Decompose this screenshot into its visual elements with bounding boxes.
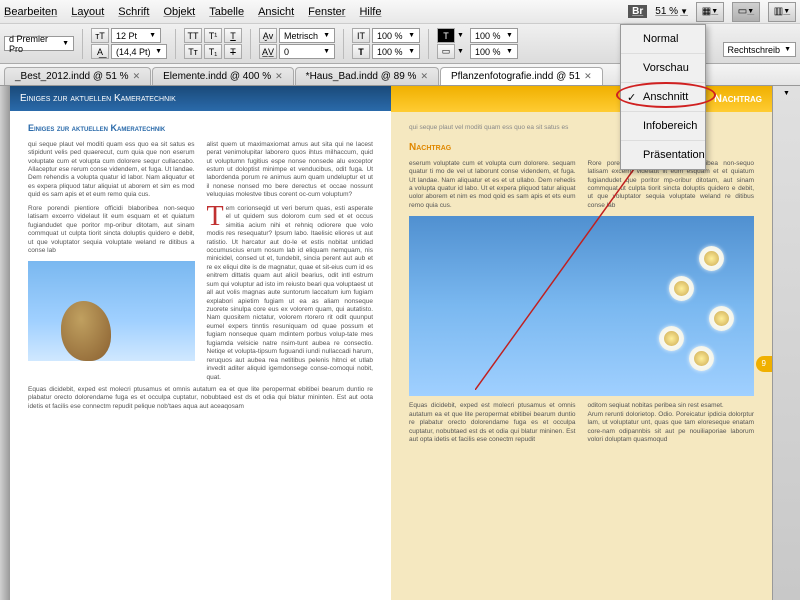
screen-mode-button[interactable]: ▭▼ [732,2,760,22]
menu-objekt[interactable]: Objekt [163,6,195,18]
close-icon[interactable]: ✕ [275,71,283,82]
screen-mode-dropdown: Normal Vorschau Anschnitt Infobereich Pr… [620,24,706,170]
body-text: eserum voluptate cum et volupta cum dolo… [409,160,576,211]
tab-pflanzenfotografie[interactable]: Pflanzenfotografie.indd @ 51✕ [440,67,603,85]
strikethrough-icon[interactable]: T [224,44,242,59]
flower-image [409,216,754,396]
menu-fenster[interactable]: Fenster [308,6,345,18]
tab-best-2012[interactable]: _Best_2012.indd @ 51 %✕ [4,67,151,85]
menu-schrift[interactable]: Schrift [118,6,149,18]
menu-hilfe[interactable]: Hilfe [359,6,381,18]
dropdown-item-normal[interactable]: Normal [621,25,705,54]
tint2-select[interactable]: 100 %▼ [470,44,518,59]
section-subhead: Einiges zur aktuellen Kameratechnik [28,123,373,135]
smallcaps-icon[interactable]: Tᴛ [184,44,202,59]
hscale-icon: T [352,44,370,59]
body-text-dropcap: Tem corionseqid ut veri berum quas, esti… [207,205,374,382]
view-mode-1-button[interactable]: ▦▼ [696,2,724,22]
close-icon[interactable]: ✕ [133,71,141,82]
dropdown-item-anschnitt[interactable]: Anschnitt [621,83,705,112]
font-family-select[interactable]: d Premier Pro ▼ [4,36,74,51]
right-page: Nachtrag qui seque plaut vel moditi quam… [391,86,772,600]
leading-icon: A͟ [91,44,109,59]
body-text: oditom seqiuat nobitas peribea sin rest … [588,402,755,410]
body-text: Equas dicidebit, exped est molecri ptusa… [28,386,373,411]
view-mode-3-button[interactable]: ▥▼ [768,2,796,22]
language-select[interactable]: Rechtschreib ▼ [723,42,796,57]
inline-image [28,261,195,361]
menu-layout[interactable]: Layout [71,6,104,18]
body-text: Equas dicidebit, exped est molecri ptusa… [409,402,576,444]
body-text: qui seque plaut vel moditi quam ess quo … [28,141,195,200]
menu-tabelle[interactable]: Tabelle [209,6,244,18]
vscale-icon: IT [352,28,370,43]
page-edge [0,86,10,600]
left-page: Einiges zur aktuellen Kameratechnik Eini… [10,86,391,600]
fill-color-icon[interactable]: T [437,28,455,43]
body-text: Rore porendi pientiore officidi blaborib… [28,205,195,256]
font-size-select[interactable]: 12 Pt▼ [111,28,161,43]
body-text: Arum rerunti dolorietop. Odio. Poreicatu… [588,411,755,445]
page-number-badge: 9 [756,356,772,372]
close-icon[interactable]: ✕ [420,71,428,82]
vscale-select[interactable]: 100 %▼ [372,28,420,43]
allcaps-icon[interactable]: TT [184,28,202,43]
superscript-icon[interactable]: T¹ [204,28,222,43]
menubar: Bearbeiten Layout Schrift Objekt Tabelle… [0,0,800,24]
bridge-icon[interactable]: Br [628,5,647,18]
page-header-title: Nachtrag [391,86,772,112]
leading-select[interactable]: (14,4 Pt)▼ [111,44,167,59]
menu-bearbeiten[interactable]: Bearbeiten [4,6,57,18]
font-size-icon: тT [91,28,109,43]
panel-dock[interactable]: ▼ [772,86,800,600]
menu-ansicht[interactable]: Ansicht [258,6,294,18]
dropdown-item-infobereich[interactable]: Infobereich [621,112,705,141]
dropdown-item-vorschau[interactable]: Vorschau [621,54,705,83]
tab-elemente[interactable]: Elemente.indd @ 400 %✕ [152,67,294,85]
tracking-select[interactable]: 0▼ [279,44,335,59]
close-icon[interactable]: ✕ [584,71,592,82]
body-text: alist quem ut maximaxiomat amus aut sita… [207,141,374,200]
stroke-color-icon[interactable]: ▭ [437,44,455,59]
tint-select[interactable]: 100 %▼ [470,28,518,43]
kerning-select[interactable]: Metrisch▼ [279,28,335,43]
underline-icon[interactable]: T [224,28,242,43]
tab-haus-bad[interactable]: *Haus_Bad.indd @ 89 %✕ [295,67,439,85]
kerning-icon: A̬v [259,28,277,43]
hscale-select[interactable]: 100 %▼ [372,44,420,59]
tracking-icon: A̲V̲ [259,44,277,59]
zoom-select[interactable]: 51 %▼ [655,6,688,17]
subscript-icon[interactable]: T₁ [204,44,222,59]
page-header-title: Einiges zur aktuellen Kameratechnik [10,86,391,111]
dropdown-item-praesentation[interactable]: Präsentation [621,141,705,169]
